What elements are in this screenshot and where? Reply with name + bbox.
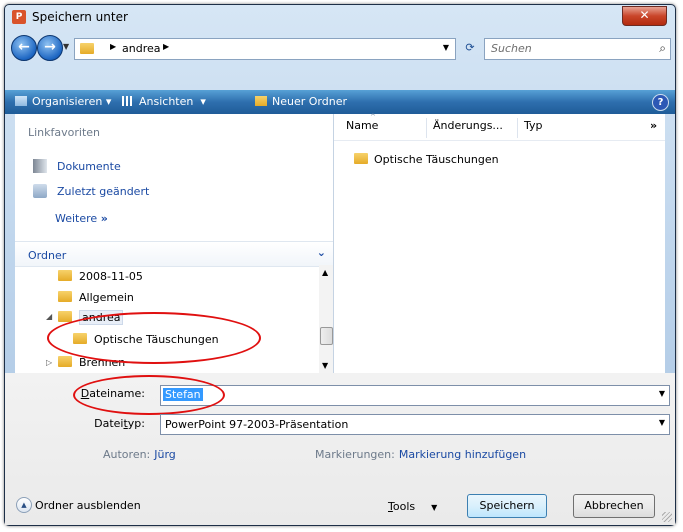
- folder-icon: [58, 270, 72, 281]
- window-title: Speichern unter: [32, 10, 128, 24]
- favorite-documents[interactable]: Dokumente: [33, 159, 121, 173]
- back-button[interactable]: ←: [11, 35, 37, 61]
- documents-icon: [33, 159, 47, 173]
- organize-button[interactable]: Organisieren ▾: [15, 95, 111, 108]
- tools-dropdown-icon[interactable]: ▼: [431, 503, 437, 512]
- recent-pages-dropdown[interactable]: ▼: [63, 42, 69, 51]
- folder-icon: [80, 43, 94, 54]
- recent-places-icon: [33, 184, 47, 198]
- search-icon[interactable]: ⌕: [659, 41, 666, 56]
- annotation-circle-filename: [73, 375, 225, 415]
- search-input[interactable]: Suchen ⌕: [484, 38, 671, 60]
- folder-icon: [354, 153, 368, 164]
- column-divider[interactable]: [426, 118, 427, 138]
- save-button[interactable]: Speichern: [467, 494, 547, 518]
- breadcrumb-separator-icon[interactable]: ▶: [163, 42, 169, 51]
- scroll-down-icon[interactable]: ▼: [322, 361, 328, 370]
- views-icon: [122, 96, 134, 106]
- tree-item-2008-11-05[interactable]: 2008-11-05: [58, 269, 143, 283]
- organize-icon: [15, 96, 27, 106]
- scroll-up-icon[interactable]: ▲: [322, 268, 328, 277]
- title-bar[interactable]: P Speichern unter ✕: [5, 5, 675, 31]
- favorite-recent[interactable]: Zuletzt geändert: [33, 184, 149, 198]
- list-item[interactable]: Optische Täuschungen: [354, 152, 499, 166]
- file-list-pane: Name ^ Änderungs... Typ » Optische Täusc…: [334, 113, 665, 373]
- annotation-circle-folder: [47, 312, 261, 364]
- tree-item-allgemein[interactable]: Allgemein: [58, 290, 134, 304]
- column-type[interactable]: Typ: [524, 119, 543, 132]
- column-divider[interactable]: [517, 118, 518, 138]
- forward-button[interactable]: →: [37, 35, 63, 61]
- filetype-dropdown-icon[interactable]: ▼: [659, 418, 665, 427]
- collapse-up-icon[interactable]: ▲: [16, 497, 32, 513]
- tags-row: Markierungen: Markierung hinzufügen: [315, 448, 526, 461]
- refresh-icon[interactable]: ⟳: [459, 38, 481, 58]
- navigation-bar: ← → ▼ ▶ andrea ▶ ▼ ⟳ Suchen ⌕: [5, 33, 675, 63]
- address-bar[interactable]: ▶ andrea ▶ ▼: [74, 38, 456, 60]
- sort-indicator-icon: ^: [370, 113, 376, 121]
- folder-icon: [58, 291, 72, 302]
- authors-value[interactable]: Jürg: [154, 448, 176, 461]
- breadcrumb-andrea[interactable]: andrea: [122, 42, 160, 55]
- hide-folders-toggle[interactable]: ▲ Ordner ausblenden: [16, 497, 141, 513]
- tags-label: Markierungen:: [315, 448, 395, 461]
- tools-button[interactable]: Tools ▼: [388, 500, 437, 513]
- views-button[interactable]: Ansichten ▾: [122, 95, 206, 108]
- command-toolbar: Organisieren ▾ Ansichten ▾ Neuer Ordner …: [5, 90, 675, 114]
- powerpoint-icon: P: [12, 10, 26, 24]
- cancel-button[interactable]: Abbrechen: [573, 494, 655, 518]
- search-placeholder: Suchen: [491, 42, 532, 55]
- more-columns-icon[interactable]: »: [650, 119, 657, 132]
- breadcrumb-separator-icon[interactable]: ▶: [110, 42, 116, 51]
- column-header-row: Name ^ Änderungs... Typ »: [334, 113, 665, 141]
- filename-dropdown-icon[interactable]: ▼: [659, 389, 665, 398]
- collapsed-arrow-icon[interactable]: ▷: [46, 358, 52, 367]
- folders-heading: Ordner: [28, 249, 67, 262]
- filetype-label: Dateityp:: [94, 417, 145, 430]
- folder-tree-scrollbar[interactable]: ▲ ▼: [319, 265, 333, 373]
- navigation-pane: Linkfavoriten Dokumente Zuletzt geändert…: [15, 114, 334, 373]
- expanded-arrow-icon[interactable]: ◢: [46, 312, 52, 321]
- save-as-dialog: P Speichern unter ✕ ← → ▼ ▶ andrea ▶ ▼ ⟳…: [4, 4, 676, 526]
- save-options-panel: Dateiname: Stefan ▼ Dateityp: PowerPoint…: [5, 373, 675, 525]
- filename-field[interactable]: Stefan ▼: [160, 385, 670, 406]
- tags-value[interactable]: Markierung hinzufügen: [399, 448, 526, 461]
- chevron-down-icon[interactable]: ⌄: [317, 246, 326, 259]
- filetype-select[interactable]: PowerPoint 97-2003-Präsentation ▼: [160, 414, 670, 435]
- authors-label: Autoren:: [103, 448, 151, 461]
- favorites-heading: Linkfavoriten: [28, 126, 101, 139]
- filetype-value: PowerPoint 97-2003-Präsentation: [165, 418, 349, 431]
- more-favorites-link[interactable]: Weitere »: [55, 212, 108, 225]
- address-dropdown-icon[interactable]: ▼: [443, 43, 449, 52]
- folders-header[interactable]: Ordner ⌄: [15, 241, 333, 267]
- resize-grip[interactable]: [662, 512, 672, 522]
- folder-icon: [58, 311, 72, 322]
- scroll-thumb[interactable]: [320, 327, 333, 345]
- close-button[interactable]: ✕: [622, 6, 667, 26]
- new-folder-icon: [255, 96, 267, 106]
- folder-icon: [58, 356, 72, 367]
- new-folder-button[interactable]: Neuer Ordner: [255, 95, 347, 108]
- column-modified[interactable]: Änderungs...: [433, 119, 503, 132]
- authors-row: Autoren: Jürg: [103, 448, 176, 461]
- help-icon[interactable]: ?: [652, 94, 669, 111]
